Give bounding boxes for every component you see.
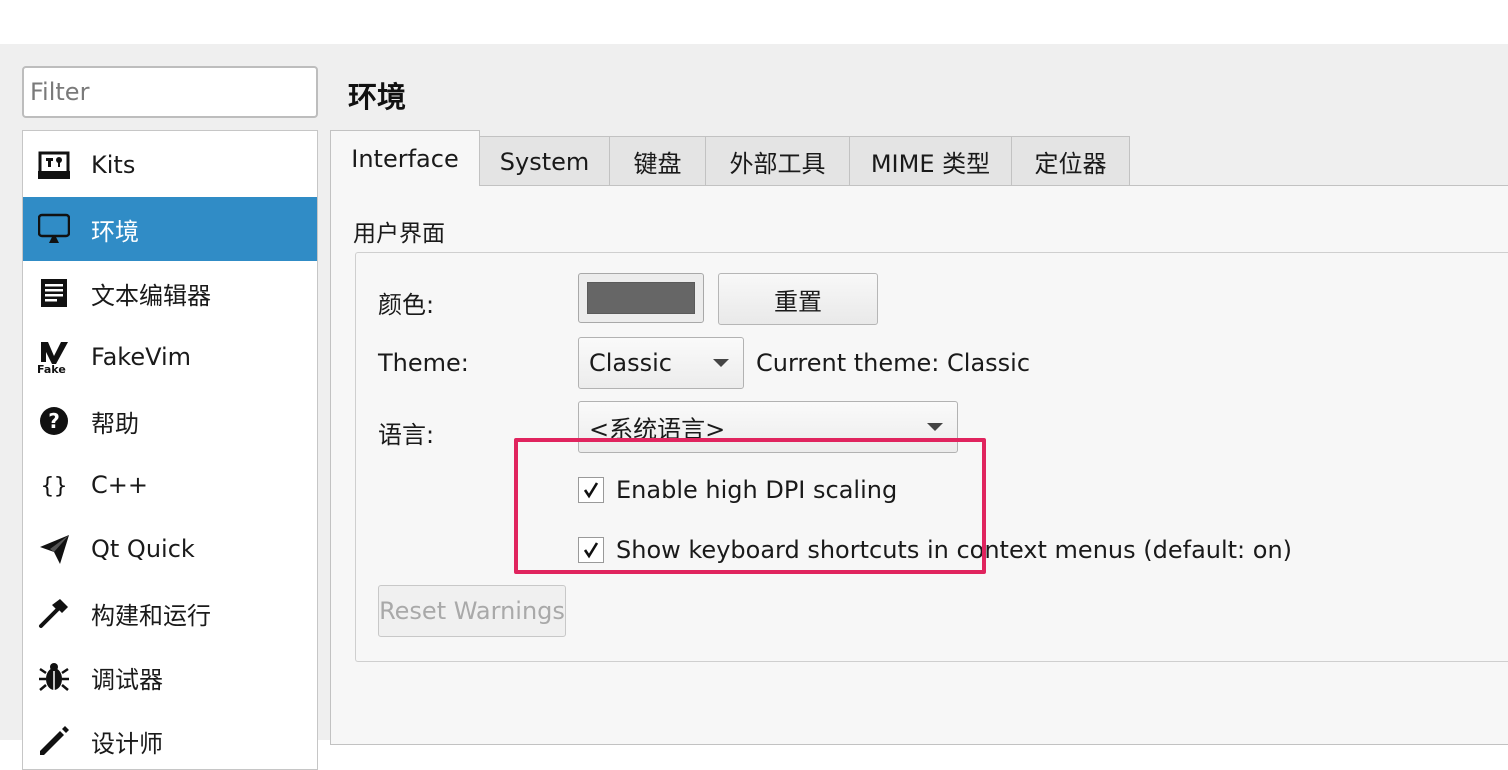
tab-mime-types[interactable]: MIME 类型 [849,136,1012,186]
tab-external-tools[interactable]: 外部工具 [705,136,850,186]
reset-warnings-button[interactable]: Reset Warnings [378,585,566,637]
theme-combobox-value: Classic [589,349,673,377]
sidebar-item-help[interactable]: ? 帮助 [23,389,317,453]
chevron-down-icon [713,359,729,367]
sidebar-item-label: FakeVim [91,343,192,371]
checkmark-icon [583,542,599,559]
sidebar-item-label: 帮助 [91,409,139,438]
svg-text:Fake: Fake [37,363,66,374]
sidebar-item-label: Qt Quick [91,535,195,563]
category-list: Kits 环境 文本编辑器 Fake FakeVim ? 帮助 {} C++ Q… [22,130,318,770]
kits-icon [37,148,71,182]
tab-bar: Interface System 键盘 外部工具 MIME 类型 定位器 [330,130,1130,186]
language-combobox[interactable]: <系统语言> [578,401,958,453]
tab-system[interactable]: System [479,136,610,186]
sidebar-item-debugger[interactable]: 调试器 [23,645,317,709]
help-icon: ? [37,404,71,438]
sidebar-item-fakevim[interactable]: Fake FakeVim [23,325,317,389]
svg-text:?: ? [48,409,60,433]
reset-color-button[interactable]: 重置 [718,273,878,325]
bug-icon [37,660,71,694]
high-dpi-checkbox[interactable] [578,477,604,503]
sidebar-item-text-editor[interactable]: 文本编辑器 [23,261,317,325]
theme-label: Theme: [378,349,469,377]
interface-tab-panel: 用户界面 颜色: 重置 Theme: Classic Current theme… [330,185,1508,745]
sidebar-item-environment[interactable]: 环境 [23,197,317,261]
pencil-icon [37,724,71,758]
language-combobox-value: <系统语言> [589,415,726,444]
sidebar-item-cpp[interactable]: {} C++ [23,453,317,517]
sidebar-item-build-run[interactable]: 构建和运行 [23,581,317,645]
shortcuts-checkbox-row[interactable]: Show keyboard shortcuts in context menus… [578,535,1292,565]
shortcuts-label: Show keyboard shortcuts in context menus… [616,536,1293,564]
user-interface-group-title: 用户界面 [353,221,445,247]
monitor-icon [37,212,71,246]
current-theme-text: Current theme: Classic [756,349,1031,377]
user-interface-group: 颜色: 重置 Theme: Classic Current theme: Cla… [355,252,1508,662]
sidebar-item-qt-quick[interactable]: Qt Quick [23,517,317,581]
braces-icon: {} [37,468,71,502]
checkmark-icon [583,482,599,499]
theme-combobox[interactable]: Classic [578,337,744,389]
sidebar-item-label: 文本编辑器 [91,281,211,310]
sidebar-item-label: Kits [91,151,136,179]
sidebar-item-kits[interactable]: Kits [23,133,317,197]
color-label: 颜色: [378,291,435,319]
paper-plane-icon [37,532,71,566]
high-dpi-checkbox-row[interactable]: Enable high DPI scaling [578,475,897,505]
page-title: 环境 [348,80,407,114]
chevron-down-icon [927,423,943,431]
tab-keyboard[interactable]: 键盘 [609,136,706,186]
sidebar-item-label: 构建和运行 [91,601,211,630]
sidebar-item-label: C++ [91,471,148,499]
language-label: 语言: [378,421,435,449]
high-dpi-label: Enable high DPI scaling [616,476,898,504]
sidebar-item-label: 环境 [91,217,139,246]
options-dialog: Kits 环境 文本编辑器 [0,44,1508,770]
text-editor-icon [37,276,71,310]
color-swatch [587,282,695,314]
filter-input[interactable] [22,66,318,118]
color-picker-button[interactable] [578,273,704,323]
svg-text:{}: {} [41,474,68,499]
shortcuts-checkbox[interactable] [578,537,604,563]
tab-locator[interactable]: 定位器 [1011,136,1130,186]
hammer-icon [37,596,71,630]
sidebar-item-label: 设计师 [91,729,163,758]
tab-interface[interactable]: Interface [330,130,480,186]
fakevim-icon: Fake [37,340,71,374]
sidebar-item-label: 调试器 [91,665,163,694]
